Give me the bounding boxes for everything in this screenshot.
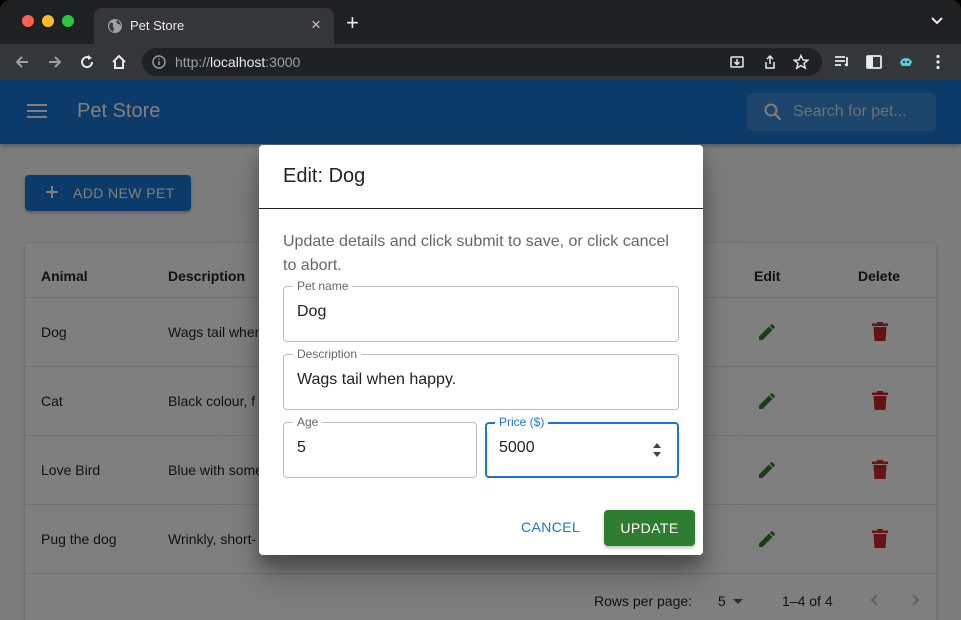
info-icon[interactable]: [152, 55, 166, 69]
new-tab-button[interactable]: +: [346, 12, 359, 34]
pet-name-field[interactable]: Pet name: [283, 279, 679, 342]
back-arrow-icon[interactable]: [13, 53, 31, 71]
cancel-button[interactable]: CANCEL: [521, 519, 580, 535]
browser-tab-bar: Pet Store × +: [0, 0, 961, 44]
share-icon[interactable]: [762, 54, 778, 70]
pet-name-label: Pet name: [293, 279, 353, 293]
bookmark-star-icon[interactable]: [793, 54, 809, 70]
home-icon[interactable]: [110, 53, 128, 71]
install-app-icon[interactable]: [729, 54, 745, 70]
dialog-divider: [259, 208, 703, 209]
side-panel-icon[interactable]: [865, 53, 883, 71]
tab-title: Pet Store: [130, 18, 185, 33]
browser-toolbar: http://localhost:3000: [0, 44, 961, 80]
browser-tab[interactable]: Pet Store ×: [94, 8, 334, 44]
tab-search-chevron-icon[interactable]: [930, 16, 944, 26]
window-close-button[interactable]: [22, 15, 34, 27]
edit-pet-dialog: Edit: Dog Update details and click submi…: [259, 145, 703, 555]
update-button[interactable]: UPDATE: [604, 510, 695, 546]
globe-icon: [108, 19, 122, 33]
age-input[interactable]: [297, 439, 457, 457]
dialog-title: Edit: Dog: [283, 165, 366, 187]
price-field[interactable]: Price ($): [485, 415, 679, 478]
address-bar[interactable]: http://localhost:3000: [142, 48, 822, 76]
number-spinner-icon[interactable]: [652, 441, 662, 459]
reload-icon[interactable]: [78, 53, 96, 71]
window-zoom-button[interactable]: [62, 15, 74, 27]
description-label: Description: [293, 347, 362, 361]
app-viewport: Pet Store ADD NEW PET Animal Description…: [0, 80, 961, 620]
url-text: http://localhost:3000: [175, 54, 301, 70]
reading-list-icon[interactable]: [833, 53, 851, 71]
extension-icon[interactable]: [897, 53, 915, 71]
age-label: Age: [293, 415, 323, 429]
price-input[interactable]: [499, 439, 639, 457]
description-input[interactable]: [297, 371, 597, 389]
age-field[interactable]: Age: [283, 415, 477, 478]
tab-close-icon[interactable]: ×: [311, 16, 321, 34]
dialog-description: Update details and click submit to save,…: [283, 233, 669, 274]
browser-menu-icon[interactable]: [929, 53, 947, 71]
forward-arrow-icon[interactable]: [46, 53, 64, 71]
description-field[interactable]: Description: [283, 347, 679, 410]
price-label: Price ($): [495, 415, 549, 429]
pet-name-input[interactable]: [297, 303, 597, 321]
window-minimize-button[interactable]: [42, 15, 54, 27]
